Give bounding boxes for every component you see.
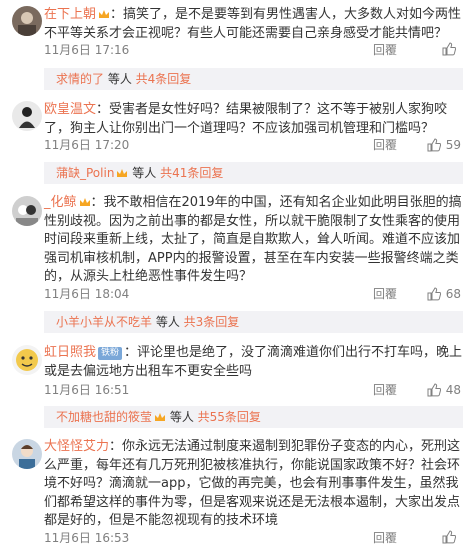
reply-thread-link[interactable]: 共41条回复 — [160, 166, 223, 180]
comment-time: 11月6日 17:20 — [44, 138, 130, 152]
reply-button[interactable]: 回覆 — [373, 42, 397, 58]
thumbs-up-icon — [427, 138, 441, 152]
comment-text: 大怪怪艾力：你永远无法通过制度来遏制到犯罪份子变态的内心，死刑这么严重，每年还有… — [44, 438, 465, 531]
like-button[interactable]: 48 — [427, 382, 461, 398]
reply-thread-author[interactable]: 不加糖也甜的筱莹 — [56, 410, 152, 424]
comment-text: _化鲸 ：我不敢相信在2019年的中国，还有知名企业如此明目张胆的搞性别歧视。因为… — [44, 194, 465, 287]
comment-item: 在下上朝 ：搞笑了，是不是要等到有男性遇害人，大多数人对如今两性不平等关系才会正视… — [0, 0, 471, 90]
crown-icon — [99, 10, 110, 18]
reply-thread-author[interactable]: 小羊小羊从不吃羊 — [56, 315, 152, 329]
like-button[interactable]: 68 — [427, 286, 461, 302]
comment-time: 11月6日 17:16 — [44, 43, 130, 57]
comment-time: 11月6日 18:04 — [44, 287, 130, 301]
comment-author[interactable]: _化鲸 — [44, 195, 77, 210]
reply-thread[interactable]: 小羊小羊从不吃羊 等人 共3条回复 — [44, 311, 463, 333]
comment-time: 11月6日 16:51 — [44, 383, 130, 397]
comment-text: 欧皇温文：受害者是女性好吗？结果被限制了？这不等于被别人家狗咬了，狗主人让你别出… — [44, 101, 465, 138]
reply-button[interactable]: 回覆 — [373, 530, 397, 546]
thumbs-up-icon — [442, 530, 456, 544]
like-button[interactable]: 59 — [427, 137, 461, 153]
comment-author[interactable]: 在下上朝 — [44, 7, 96, 22]
like-count: 68 — [445, 287, 461, 301]
reply-thread[interactable]: 不加糖也甜的筱莹 等人 共55条回复 — [44, 406, 463, 428]
reply-thread-link[interactable]: 共55条回复 — [198, 410, 261, 424]
avatar[interactable] — [12, 6, 42, 36]
comment-item: 欧皇温文：受害者是女性好吗？结果被限制了？这不等于被别人家狗咬了，狗主人让你别出… — [0, 95, 471, 195]
reply-thread-link[interactable]: 共4条回复 — [136, 72, 192, 86]
comment-author[interactable]: 欧皇温文 — [44, 102, 96, 117]
reply-button[interactable]: 回覆 — [373, 137, 397, 153]
reply-thread-link[interactable]: 共3条回复 — [184, 315, 240, 329]
reply-thread[interactable]: 蒲缺_Polin 等人 共41条回复 — [44, 162, 463, 184]
comment-author[interactable]: 虹日照我 — [44, 345, 96, 360]
avatar[interactable] — [12, 196, 42, 226]
avatar[interactable] — [12, 101, 42, 131]
comment-text: 虹日照我 铁粉 ：评论里也是绝了，没了滴滴难道你们出行不打车吗，晚上或是去偏远地方出… — [44, 344, 465, 381]
avatar[interactable] — [12, 439, 42, 469]
comment-body: ：我不敢相信在2019年的中国，还有知名企业如此明目张胆的搞性别歧视。因为之前出… — [44, 195, 462, 284]
thumbs-up-icon — [427, 287, 441, 301]
reply-thread[interactable]: 求情的了 等人 共4条回复 — [44, 68, 463, 90]
reply-thread-middle: 等人 — [152, 315, 184, 329]
comment-list: 在下上朝 ：搞笑了，是不是要等到有男性遇害人，大多数人对如今两性不平等关系才会正视… — [0, 0, 471, 554]
thumbs-up-icon — [442, 42, 456, 56]
reply-thread-middle: 等人 — [166, 410, 198, 424]
comment-item: 大怪怪艾力：你永远无法通过制度来遏制到犯罪份子变态的内心，死刑这么严重，每年还有… — [0, 434, 471, 554]
reply-button[interactable]: 回覆 — [373, 382, 397, 398]
comment-item: 虹日照我 铁粉 ：评论里也是绝了，没了滴滴难道你们出行不打车吗，晚上或是去偏远地方出… — [0, 340, 471, 428]
comment-item: _化鲸 ：我不敢相信在2019年的中国，还有知名企业如此明目张胆的搞性别歧视。因为… — [0, 188, 471, 338]
crown-icon — [79, 198, 90, 206]
reply-thread-author[interactable]: 求情的了 — [56, 72, 104, 86]
comment-text: 在下上朝 ：搞笑了，是不是要等到有男性遇害人，大多数人对如今两性不平等关系才会正视… — [44, 6, 465, 43]
comment-time: 11月6日 16:53 — [44, 531, 130, 545]
like-button[interactable] — [442, 530, 461, 544]
reply-thread-middle: 等人 — [104, 72, 136, 86]
avatar[interactable] — [12, 345, 42, 375]
reply-thread-author[interactable]: 蒲缺_Polin — [56, 166, 114, 180]
comment-body: ：受害者是女性好吗？结果被限制了？这不等于被别人家狗咬了，狗主人让你别出门一个道… — [44, 102, 448, 136]
like-count: 48 — [445, 383, 461, 397]
vip-icon — [117, 169, 128, 177]
vip-icon — [155, 413, 166, 421]
fan-badge: 铁粉 — [98, 347, 123, 360]
like-button[interactable] — [442, 42, 461, 56]
comment-author[interactable]: 大怪怪艾力 — [44, 439, 109, 454]
thumbs-up-icon — [427, 383, 441, 397]
reply-button[interactable]: 回覆 — [373, 286, 397, 302]
reply-thread-middle: 等人 — [128, 166, 161, 180]
like-count: 59 — [445, 138, 461, 152]
